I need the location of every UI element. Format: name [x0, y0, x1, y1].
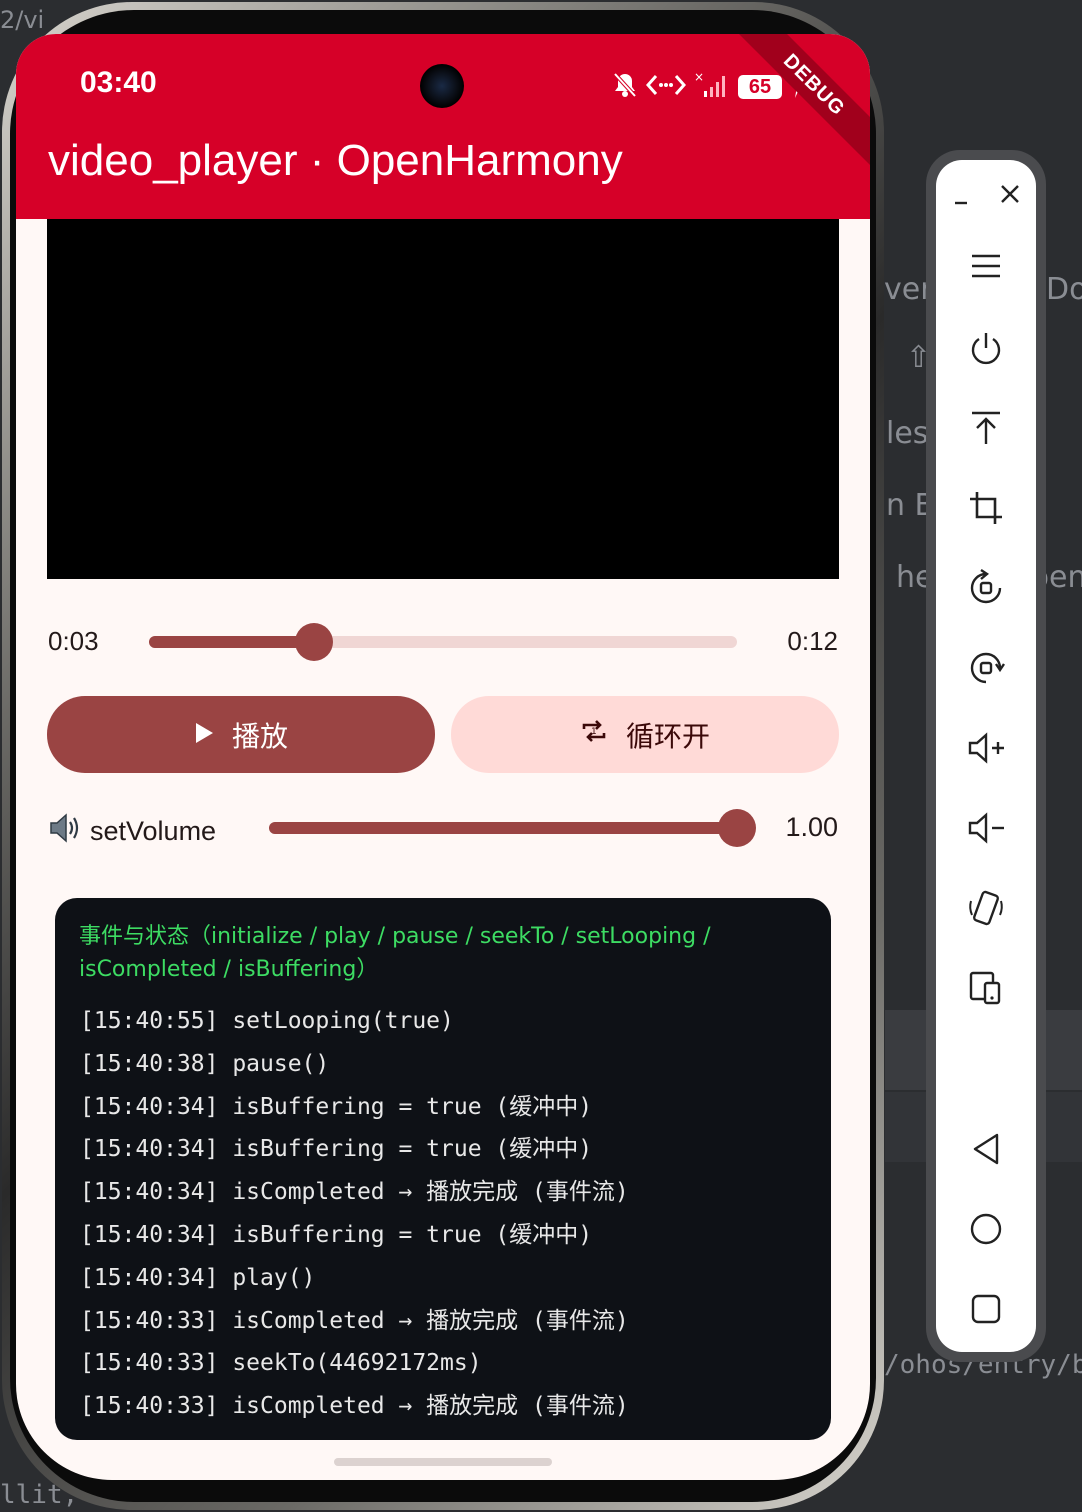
volume-slider-fill: [269, 822, 737, 834]
video-surface[interactable]: [47, 219, 839, 579]
crop-icon[interactable]: [958, 480, 1014, 536]
position-time: 0:03: [48, 626, 99, 656]
event-log-list: [15:40:55] setLooping(true) [15:40:38] p…: [80, 1000, 629, 1428]
volume-label-text: setVolume: [90, 816, 217, 846]
debug-banner: DEBUG: [724, 34, 870, 175]
play-icon: [194, 718, 214, 751]
log-entry: [15:40:34] play(): [80, 1264, 316, 1291]
ide-text: 2/vi: [0, 6, 45, 34]
power-icon[interactable]: [958, 321, 1014, 377]
event-log-panel: 事件与状态（initialize / play / pause / seekTo…: [55, 898, 831, 1440]
log-entry: [15:40:33] isCompleted → 播放完成 (事件流): [80, 1393, 629, 1420]
seek-slider-fill: [149, 636, 314, 648]
play-button[interactable]: 播放: [47, 696, 435, 773]
signal-icon: ×: [694, 70, 730, 103]
event-log-header: 事件与状态（initialize / play / pause / seekTo…: [79, 924, 711, 982]
log-entry: [15:40:34] isBuffering = true (缓冲中): [80, 1221, 593, 1248]
code-sync-icon: [645, 72, 687, 102]
svg-text:×: ×: [694, 71, 704, 84]
log-entry: [15:40:34] isBuffering = true (缓冲中): [80, 1136, 593, 1163]
speaker-icon: [48, 812, 82, 851]
shake-icon[interactable]: [958, 880, 1014, 936]
log-entry: [15:40:38] pause(): [80, 1050, 330, 1077]
log-entry: [15:40:33] seekTo(44692172ms): [80, 1350, 482, 1377]
duration-time: 0:12: [787, 626, 838, 656]
repeat-icon: 1: [580, 718, 608, 751]
status-time: 03:40: [80, 66, 157, 99]
bell-off-icon: [612, 71, 638, 103]
volume-slider[interactable]: [269, 822, 737, 834]
log-entry: [15:40:34] isCompleted → 播放完成 (事件流): [80, 1179, 629, 1206]
home-icon[interactable]: [958, 1201, 1014, 1257]
volume-value: 1.00: [785, 812, 838, 842]
log-entry: [15:40:55] setLooping(true): [80, 1008, 454, 1034]
log-entry: [15:40:33] isCompleted → 播放完成 (事件流): [80, 1307, 629, 1334]
status-icons: × 65: [612, 70, 804, 104]
front-camera: [420, 64, 464, 108]
rotate-left-icon[interactable]: [958, 560, 1014, 616]
volume-label: setVolume: [48, 812, 216, 851]
menu-icon[interactable]: [958, 238, 1014, 294]
seek-slider[interactable]: [149, 636, 737, 648]
back-icon[interactable]: [958, 1121, 1014, 1177]
fold-icon[interactable]: [958, 960, 1014, 1016]
volume-down-icon[interactable]: [958, 800, 1014, 856]
volume-slider-thumb[interactable]: [718, 809, 756, 847]
volume-up-icon[interactable]: [958, 720, 1014, 776]
battery-indicator: 65: [738, 75, 782, 99]
app-bar: 03:40 × 65 DEBUG video_player · OpenHarm…: [16, 34, 870, 219]
ide-text: les: [886, 416, 929, 451]
play-button-label: 播放: [231, 719, 288, 753]
loop-button-label: 循环开: [625, 719, 710, 753]
seek-slider-thumb[interactable]: [294, 623, 333, 661]
svg-text:1: 1: [591, 727, 597, 737]
home-indicator[interactable]: [334, 1458, 552, 1466]
ide-text: Do: [1046, 272, 1082, 307]
phone-screen: 03:40 × 65 DEBUG video_player · OpenHarm…: [16, 34, 870, 1480]
recents-icon[interactable]: [958, 1281, 1014, 1337]
app-title: video_player · OpenHarmony: [48, 136, 623, 185]
close-icon[interactable]: [982, 166, 1038, 222]
log-entry: [15:40:34] isBuffering = true (缓冲中): [80, 1093, 593, 1120]
loop-button[interactable]: 1 循环开: [451, 696, 839, 773]
rotate-right-icon[interactable]: [958, 640, 1014, 696]
upload-icon[interactable]: [958, 400, 1014, 456]
